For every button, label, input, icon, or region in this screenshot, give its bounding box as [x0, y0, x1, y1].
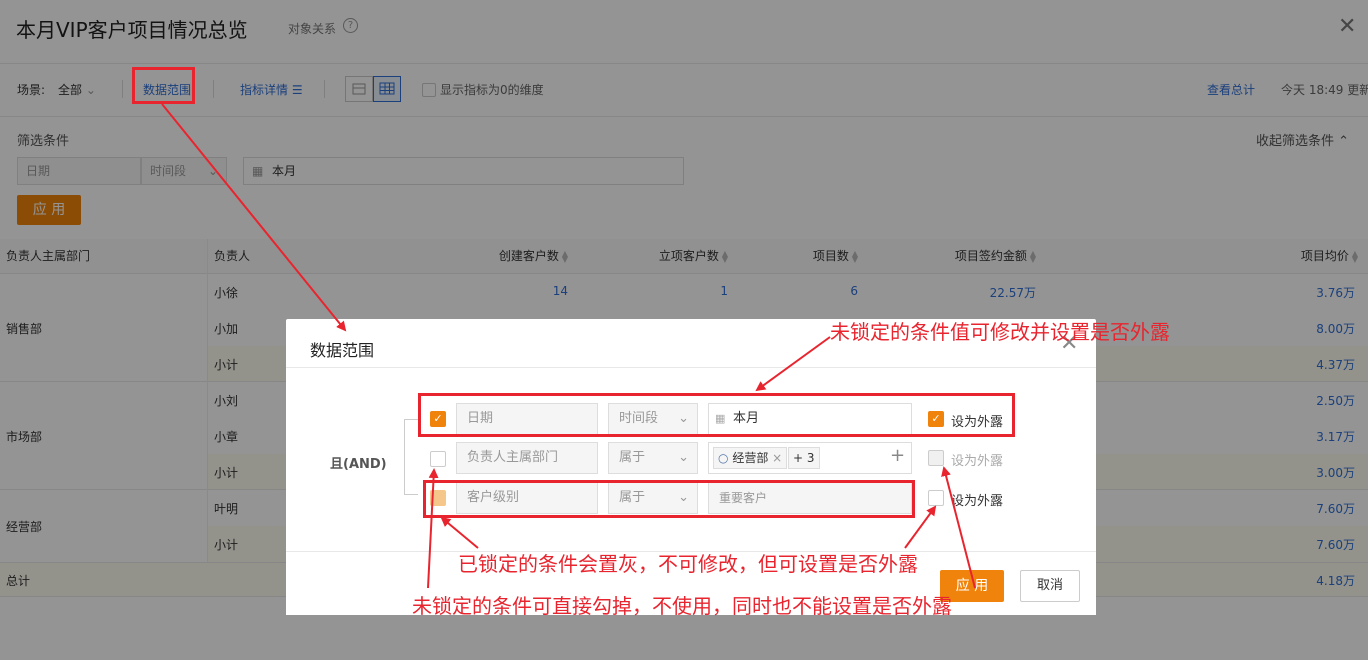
row2-operator[interactable]: 属于 ⌄ — [608, 442, 698, 474]
chevron-down-icon: ⌄ — [678, 450, 689, 465]
row2-expose-label: 设为外露 — [951, 454, 1004, 469]
dialog-cancel-button[interactable]: 取消 — [1020, 570, 1080, 602]
row3-expose-label: 设为外露 — [951, 494, 1004, 509]
highlight-box — [132, 67, 195, 104]
row2-operator-value: 属于 — [619, 450, 646, 465]
highlight-box — [423, 480, 915, 518]
dialog-title: 数据范围 — [310, 341, 375, 360]
row2-checkbox[interactable] — [430, 451, 446, 467]
more-tags-badge[interactable]: + 3 — [788, 447, 820, 469]
department-tag: ○ 经营部 × — [713, 447, 788, 469]
remove-tag-icon[interactable]: × — [772, 451, 782, 465]
row2-expose-checkbox[interactable] — [928, 450, 944, 466]
and-label: 且(AND) — [330, 457, 387, 472]
row3-expose-checkbox[interactable] — [928, 490, 944, 506]
annotation-top: 未锁定的条件值可修改并设置是否外露 — [830, 320, 1170, 344]
and-bracket — [404, 419, 418, 495]
divider — [286, 367, 1096, 368]
row2-field: 负责人主属部门 — [456, 442, 598, 474]
annotation-middle: 已锁定的条件会置灰，不可修改，但可设置是否外露 — [458, 552, 918, 576]
org-icon: ○ — [718, 451, 729, 465]
add-icon[interactable]: + — [890, 445, 905, 466]
department-tag-label: 经营部 — [732, 451, 769, 465]
highlight-box — [418, 393, 1015, 437]
annotation-bottom: 未锁定的条件可直接勾掉，不使用，同时也不能设置是否外露 — [412, 594, 952, 618]
